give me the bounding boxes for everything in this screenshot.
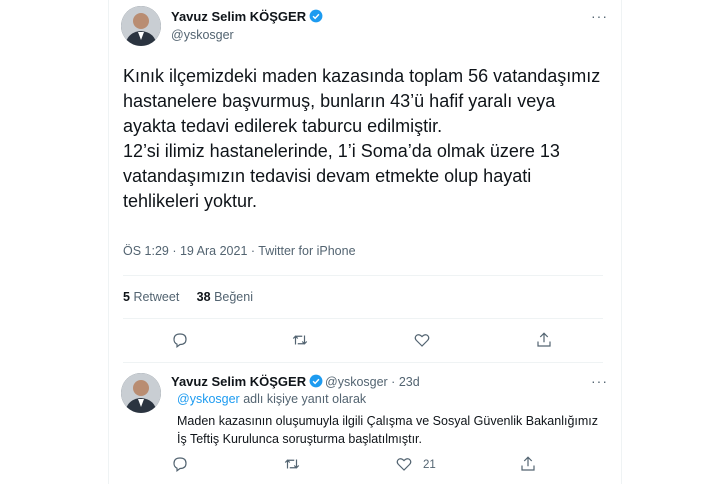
author-name[interactable]: Yavuz Selim KÖŞGER <box>171 9 323 24</box>
tweet-stats: 5 Retweet 38 Beğeni <box>123 290 253 304</box>
retweet-icon <box>292 335 308 345</box>
heart-icon <box>414 334 430 347</box>
reply-author-name-text[interactable]: Yavuz Selim KÖŞGER <box>171 374 306 389</box>
more-icon[interactable]: ··· <box>591 373 608 389</box>
retweets-stat[interactable]: 5 Retweet <box>123 290 179 304</box>
tweet-text: Kınık ilçemizdeki maden kazasında toplam… <box>123 66 601 211</box>
retweet-button[interactable] <box>291 331 313 353</box>
tweet-timestamp[interactable]: ÖS 1:29 · 19 Ara 2021 · Twitter for iPho… <box>123 244 356 258</box>
retweets-label: Retweet <box>133 290 180 304</box>
likes-stat[interactable]: 38 Beğeni <box>197 290 253 304</box>
verified-icon <box>309 9 323 23</box>
avatar[interactable] <box>121 6 161 46</box>
likes-count: 38 <box>196 290 211 304</box>
divider <box>123 362 603 363</box>
retweet-icon <box>284 459 300 469</box>
share-icon <box>521 456 535 471</box>
reply-icon <box>173 333 187 348</box>
replying-suffix: adlı kişiye yanıt olarak <box>239 392 367 406</box>
reply-icon <box>173 457 187 472</box>
reply-text: Maden kazasının oluşumuyla ilgili Çalışm… <box>177 414 599 446</box>
divider <box>123 318 603 319</box>
divider <box>123 275 603 276</box>
reply-reply-button[interactable] <box>171 455 193 477</box>
reply-share-button[interactable] <box>519 455 541 477</box>
reply-like-count: 21 <box>423 459 436 471</box>
like-button[interactable] <box>413 331 435 353</box>
replying-mention[interactable]: @yskosger <box>177 392 240 406</box>
share-button[interactable] <box>535 331 557 353</box>
likes-label: Beğeni <box>214 290 253 304</box>
share-icon <box>537 332 551 347</box>
replying-to: @yskosger adlı kişiye yanıt olarak <box>177 392 366 406</box>
author-name-text[interactable]: Yavuz Selim KÖŞGER <box>171 9 306 24</box>
reply-handle[interactable]: @yskosger · 23d <box>325 375 420 389</box>
author-handle[interactable]: @yskosger <box>171 28 234 42</box>
retweets-count: 5 <box>123 290 130 304</box>
tweet-card: Yavuz Selim KÖŞGER @yskosger ··· Kınık i… <box>108 0 622 484</box>
reply-like-button[interactable] <box>395 455 417 477</box>
heart-icon <box>396 458 412 471</box>
more-icon[interactable]: ··· <box>591 8 608 24</box>
reply-retweet-button[interactable] <box>283 455 305 477</box>
reply-author-name[interactable]: Yavuz Selim KÖŞGER <box>171 374 323 389</box>
reply-button[interactable] <box>171 331 193 353</box>
reply-avatar[interactable] <box>121 373 161 413</box>
verified-icon <box>309 374 323 388</box>
